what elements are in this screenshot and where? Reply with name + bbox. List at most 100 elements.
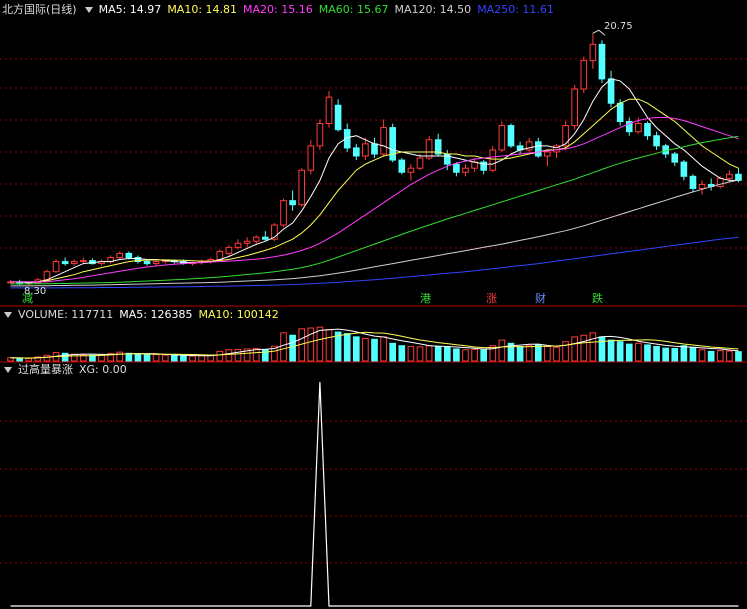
volume-bar [425,345,433,362]
candle-body [234,242,242,248]
dropdown-icon[interactable] [4,311,12,318]
candle-body [607,78,615,104]
candle-body [689,175,697,189]
candle-body [498,125,506,151]
event-marker-cai[interactable]: 财 [533,292,548,305]
volume-bar [616,341,624,362]
volume-bar [343,333,351,362]
ma60-label: MA60: 15.67 [318,3,389,16]
candle-body [289,200,296,206]
candle-body [598,43,606,80]
candle-body [371,143,378,155]
ma-lines [10,29,739,289]
candle-body [416,157,424,169]
volume-bar [607,339,615,362]
candle-body [507,125,515,147]
volume-bar [471,348,478,362]
stock-title[interactable]: 北方国际(日线) [2,3,77,16]
volume-bar [443,346,451,362]
candle-body [425,139,433,159]
volume-bar [316,326,324,362]
candle-body [325,96,333,125]
price-header: 北方国际(日线) MA5: 14.97 MA10: 14.81 MA20: 15.16… [2,2,560,18]
volume-bar [216,350,224,362]
volume-bar [161,354,169,362]
candle-body [261,236,269,240]
volume-bar [544,346,551,362]
volume-ma10-label: MA10: 100142 [198,308,279,321]
volume-bar [671,347,679,362]
volume-bar [680,345,688,362]
candle-body [644,123,651,137]
volume-label[interactable]: VOLUME: 117711 [18,308,113,321]
candle-body [216,250,224,261]
volume-bar [644,344,651,362]
volume-bar [70,353,78,362]
candle-body [489,149,497,171]
candle-body [61,261,69,265]
event-marker-zhang[interactable]: 涨 [484,292,499,305]
volume-bar [571,336,578,362]
volume-bar [180,355,187,362]
dropdown-icon[interactable] [84,6,93,13]
volume-ma5-label: MA5: 126385 [119,308,193,321]
volume-bar [116,351,124,362]
volume-bar [453,348,460,362]
candle-body [407,167,415,173]
volume-bar [726,350,733,362]
high-price-label: 20.75 [604,21,633,32]
candle-body [352,147,360,157]
event-marker-jian[interactable]: 减 [20,292,35,305]
ma5-label: MA5: 14.97 [98,3,162,16]
dropdown-icon[interactable] [4,366,12,373]
volume-bar [635,342,642,362]
candle-body [334,104,342,131]
event-marker-gang[interactable]: 港 [418,292,433,305]
volume-bar [61,352,69,362]
volume-bar [325,329,333,362]
candle-body [225,246,233,254]
candle-body [243,240,251,244]
volume-bar [43,354,51,362]
ma-line-ma120 [10,179,739,287]
volume-bar [280,332,287,362]
candle-body [116,252,124,258]
volume-bar [707,350,715,362]
volume-bar [534,344,542,362]
volume-bar [653,346,660,362]
ma10-label: MA10: 14.81 [167,3,238,16]
indicator-title[interactable]: 过高量暴涨 [18,363,73,376]
volume-bar [234,348,242,362]
volume-bar [152,354,160,362]
volume-bar [434,345,442,362]
candle-body [316,123,324,147]
ma-line-ma250 [10,236,739,289]
xg-value: XG: 0.00 [79,363,127,376]
candle-body [252,236,260,242]
volume-bar [16,357,23,362]
volume-bar [171,355,178,362]
volume-header: VOLUME: 117711 MA5: 126385 MA10: 100142 [2,307,285,323]
candle-body [571,88,578,127]
volume-bar [462,349,469,362]
candle-body [671,153,679,163]
candle-body [580,60,588,90]
volume-bar [25,357,33,362]
candle-body [362,143,369,157]
volume-bar [143,354,151,362]
volume-bar [352,336,360,362]
volume-bar [189,355,196,362]
candle-body [453,163,460,173]
candle-body [653,135,660,147]
volume-bar [480,349,488,362]
candle-body [70,261,78,265]
candle-body [544,151,551,157]
event-marker-die[interactable]: 跌 [590,292,605,305]
candle-body [616,102,624,123]
volume-bar [389,342,397,362]
candle-body [534,141,542,157]
volume-bar [398,345,406,362]
volume-bars [7,326,742,362]
volume-bar [380,336,387,362]
candle-body [307,145,315,171]
